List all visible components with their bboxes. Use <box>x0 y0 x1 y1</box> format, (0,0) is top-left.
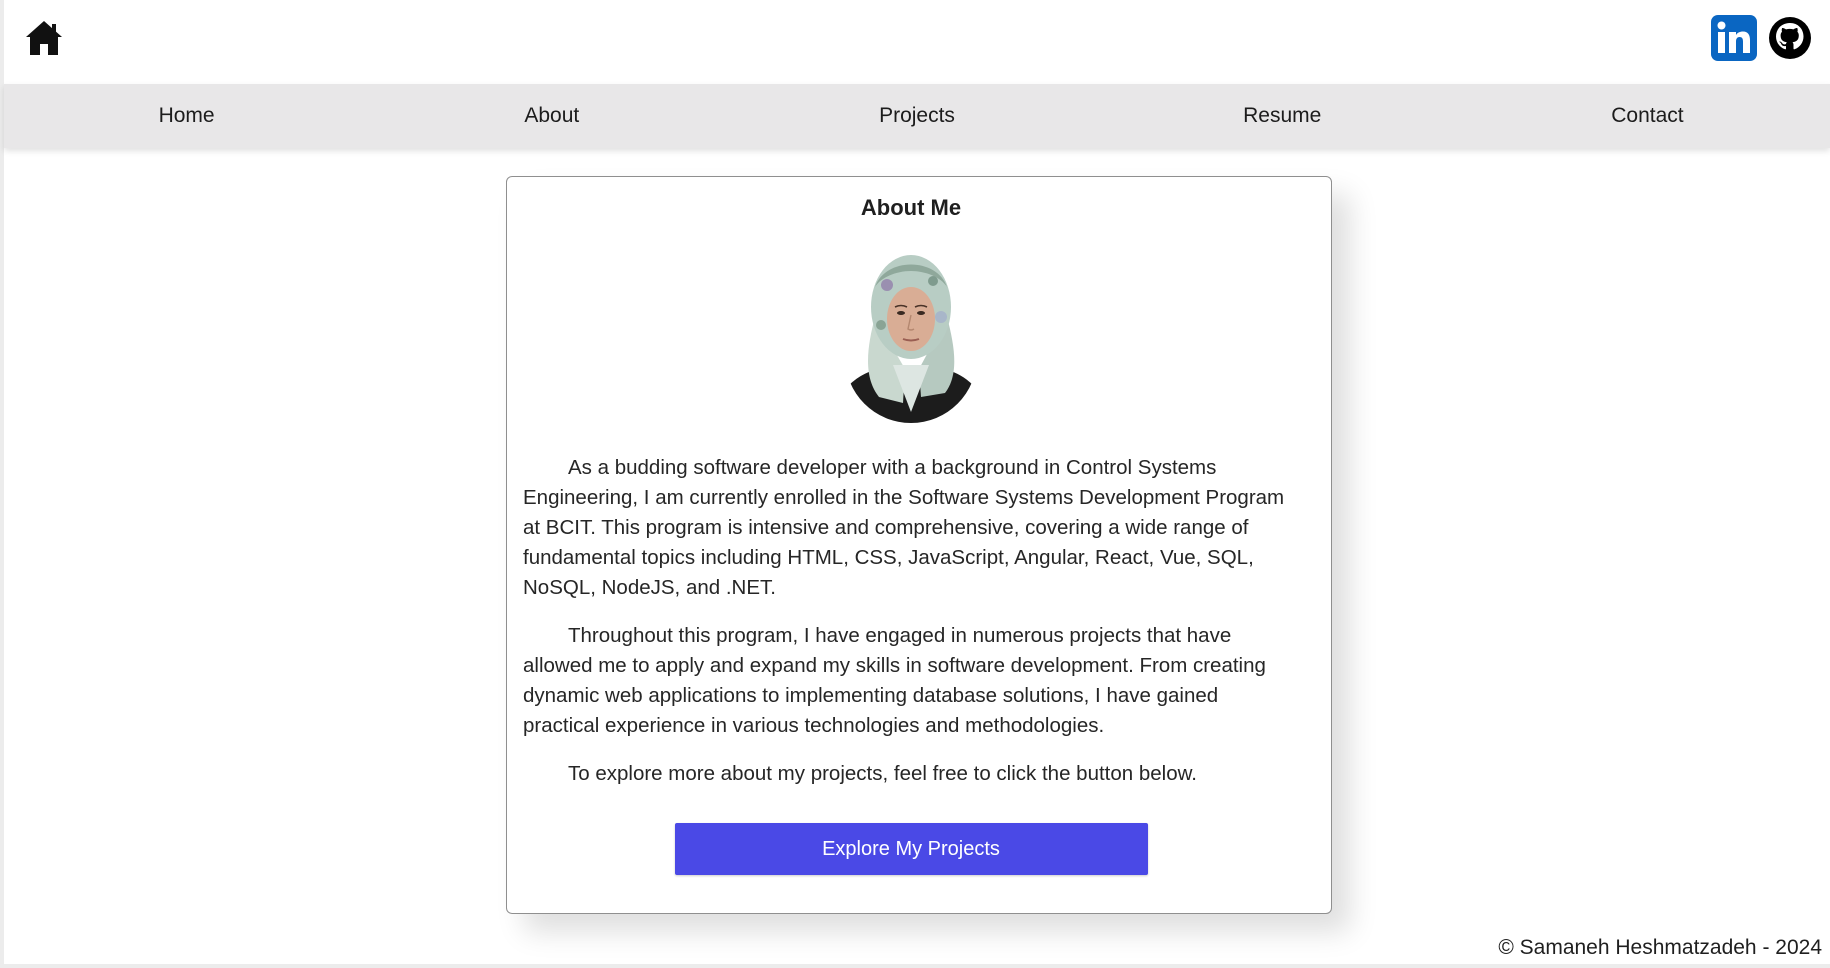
about-title: About Me <box>860 195 962 220</box>
nav-item-about[interactable]: About <box>369 104 734 128</box>
linkedin-icon[interactable] <box>1710 14 1758 62</box>
nav-item-resume[interactable]: Resume <box>1100 104 1465 128</box>
github-icon[interactable] <box>1768 16 1812 60</box>
page: Home About Projects Resume Contact About… <box>0 0 1830 968</box>
avatar-wrap <box>523 247 1299 423</box>
profile-photo <box>845 247 977 423</box>
nav-item-projects[interactable]: Projects <box>734 104 1099 128</box>
home-icon[interactable] <box>24 18 64 58</box>
nav-item-contact[interactable]: Contact <box>1465 104 1830 128</box>
main-nav: Home About Projects Resume Contact <box>4 84 1830 148</box>
about-card: About Me As a budding software developer… <box>506 176 1332 914</box>
explore-projects-button[interactable]: Explore My Projects <box>674 823 1148 875</box>
cta-wrap: Explore My Projects <box>523 823 1299 875</box>
nav-item-home[interactable]: Home <box>4 104 369 128</box>
about-paragraph-1: As a budding software developer with a b… <box>523 456 1285 599</box>
top-header <box>4 0 1830 84</box>
footer-copyright: © Samaneh Heshmatzadeh - 2024 <box>1498 936 1822 959</box>
about-paragraph-3: To explore more about my projects, feel … <box>568 762 1197 785</box>
social-links <box>1710 14 1812 62</box>
about-paragraph-2: Throughout this program, I have engaged … <box>523 624 1266 737</box>
